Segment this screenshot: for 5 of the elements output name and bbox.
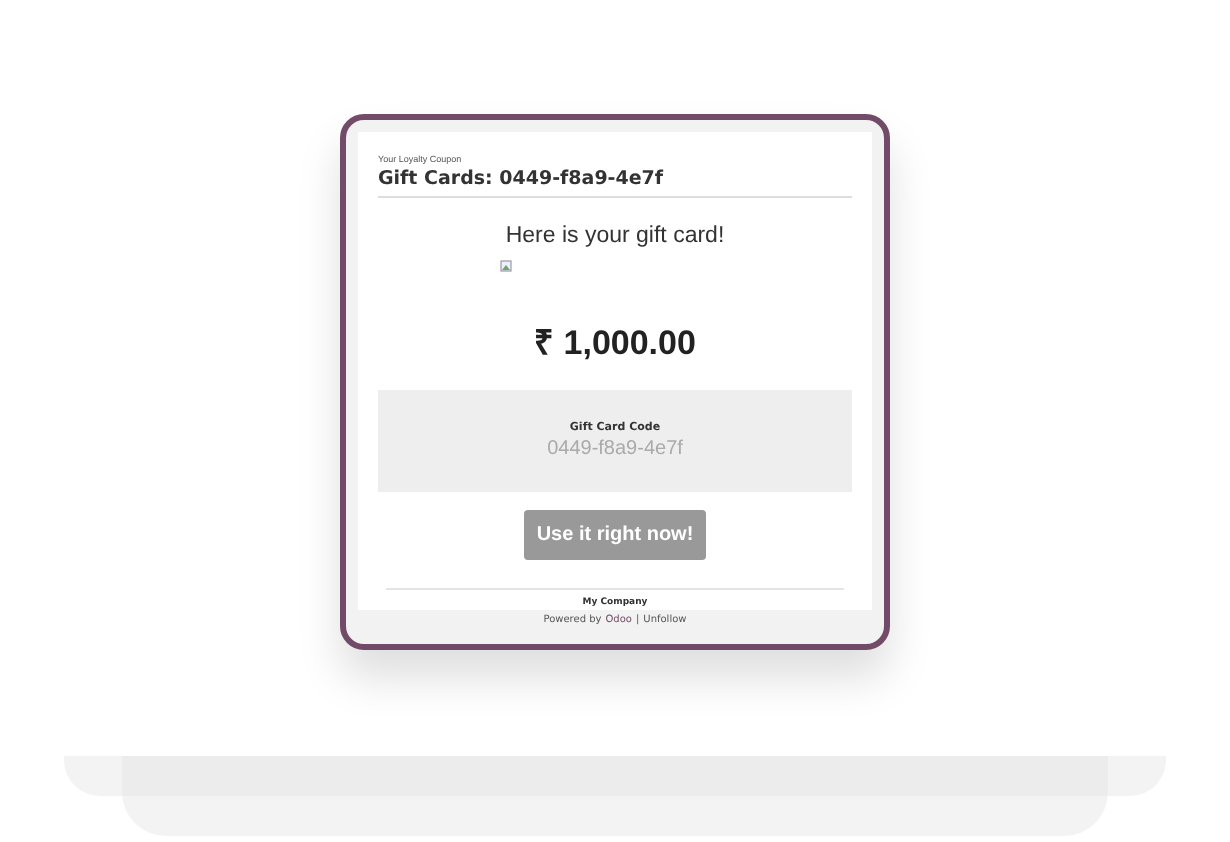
email-title: Gift Cards: 0449-f8a9-4e7f	[378, 164, 852, 198]
broken-image-icon	[500, 260, 512, 272]
gift-card-code: 0449-f8a9-4e7f	[547, 438, 683, 460]
greeting-text: Here is your gift card!	[505, 224, 725, 248]
gift-card-amount: ₹ 1,000.00	[534, 322, 696, 364]
